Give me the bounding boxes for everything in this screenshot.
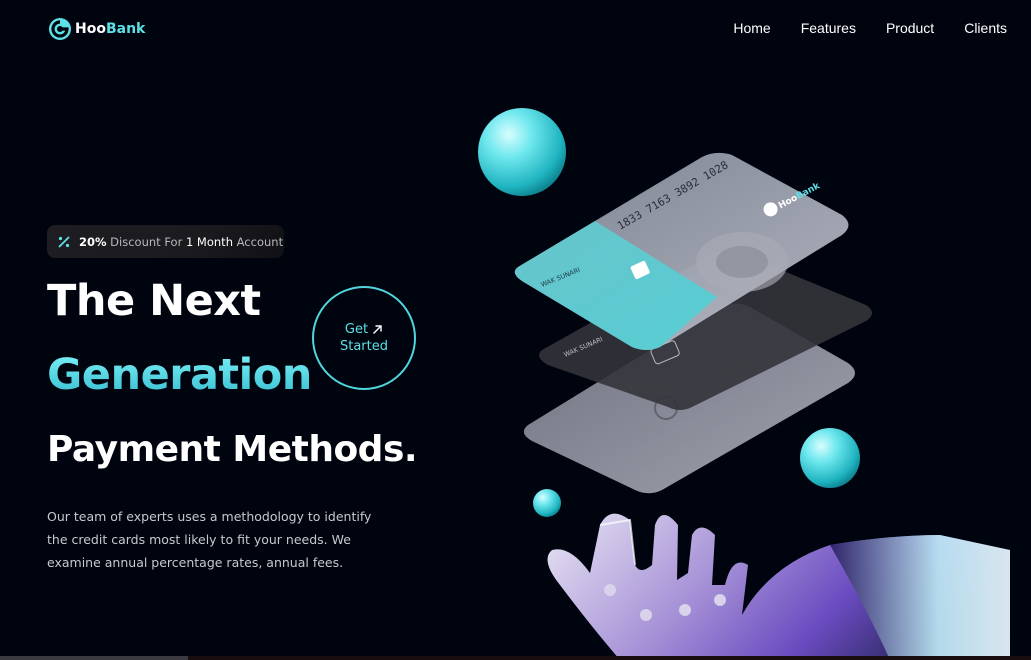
headline-line-3: Payment Methods. — [47, 429, 418, 470]
nav-features[interactable]: Features — [801, 20, 856, 36]
promo-text: 20% Discount For 1 Month Account — [79, 234, 284, 249]
hero-illustration: WAK SUNARI 1833 7163 3892 1028 HooBank W… — [478, 108, 1010, 660]
robot-hand — [547, 513, 1010, 660]
get-started-line-1: Get — [345, 321, 383, 338]
sphere-right — [800, 428, 860, 488]
discount-percent-icon — [55, 233, 73, 251]
sphere-small — [533, 489, 561, 517]
brand-logo[interactable]: HooBank — [48, 17, 145, 41]
get-started-button[interactable]: Get Started — [312, 286, 416, 390]
navbar: HooBank Home Features Product Clients — [0, 0, 1031, 60]
nav-links: Home Features Product Clients — [733, 20, 1007, 36]
promo-badge: 20% Discount For 1 Month Account — [47, 225, 284, 258]
hero-description: Our team of experts uses a methodology t… — [47, 509, 372, 570]
headline-line-1: The Next — [47, 276, 261, 326]
sphere-large — [478, 108, 566, 196]
scroll-indicator — [0, 656, 188, 660]
headline-line-2: Generation — [47, 350, 312, 400]
brand-name: HooBank — [75, 21, 146, 37]
nav-product[interactable]: Product — [886, 20, 934, 36]
nav-clients[interactable]: Clients — [964, 20, 1007, 36]
arrow-up-right-icon — [373, 325, 382, 334]
hoobank-logo-icon — [49, 18, 71, 40]
bottom-edge — [0, 656, 1031, 660]
get-started-line-2: Started — [339, 339, 388, 354]
nav-home[interactable]: Home — [733, 20, 770, 36]
